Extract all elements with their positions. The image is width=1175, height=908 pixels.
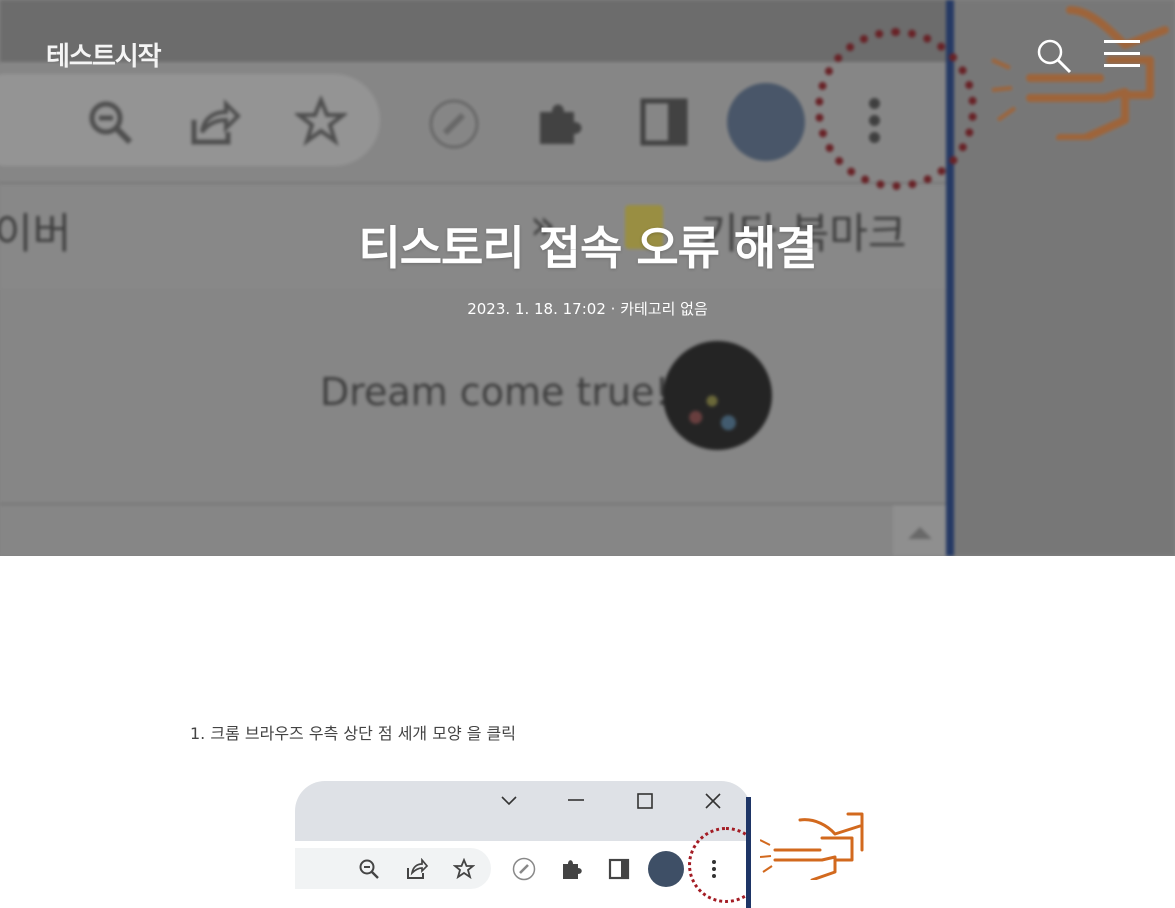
- puzzle-icon: [563, 860, 582, 879]
- zoom-out-icon: [359, 859, 379, 879]
- post-title: 티스토리 접속 오류 해결: [358, 221, 817, 275]
- post-meta: 2023. 1. 18. 17:02 · 카테고리 없음: [0, 298, 1175, 319]
- share-icon: [407, 858, 429, 879]
- minimize-icon: [568, 799, 584, 801]
- close-icon: [705, 793, 721, 809]
- star-icon: [453, 858, 475, 880]
- maximize-icon: [637, 793, 653, 809]
- search-icon[interactable]: [1034, 36, 1074, 76]
- pointing-hand-icon: [760, 812, 864, 880]
- pen-icon: [512, 857, 536, 881]
- hero-section: 이버 » 기타 북마크 Dream come true! 테스트시작 티스토리 …: [0, 0, 1175, 556]
- hamburger-menu-icon[interactable]: [1104, 40, 1140, 70]
- step-1-text: 1. 크롬 브라우즈 우측 상단 점 세개 모양 을 클릭: [190, 724, 516, 743]
- meta-separator: ·: [610, 300, 616, 318]
- site-title[interactable]: 테스트시작: [46, 36, 162, 73]
- post-date: 2023. 1. 18. 17:02: [467, 300, 606, 318]
- side-panel-icon: [608, 858, 630, 880]
- post-category[interactable]: 카테고리 없음: [620, 300, 708, 318]
- chevron-down-icon: [501, 796, 517, 806]
- browser-screenshot-image: [295, 781, 751, 908]
- profile-avatar: [648, 851, 684, 887]
